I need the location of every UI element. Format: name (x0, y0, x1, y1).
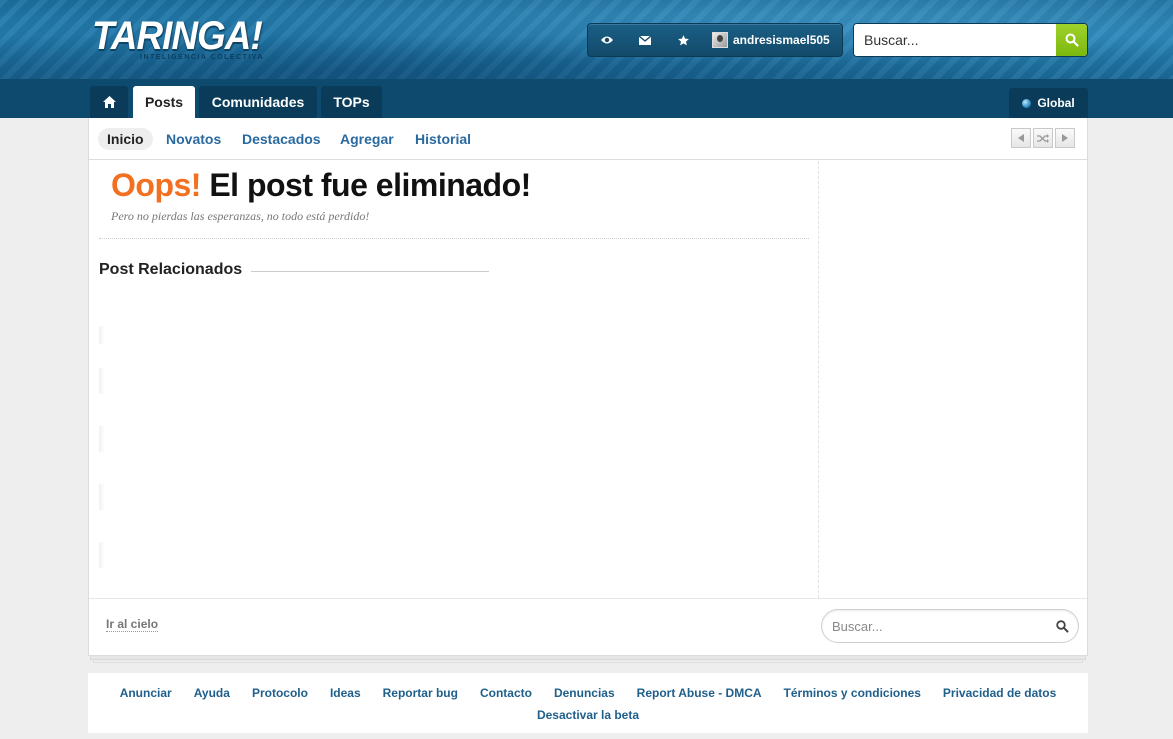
list-item-placeholder (99, 542, 105, 568)
page-title: Oops! El post fue eliminado! (111, 167, 531, 204)
bottom-search-button[interactable] (1046, 619, 1078, 633)
footer-link-reportar-bug[interactable]: Reportar bug (383, 686, 458, 700)
logo-tagline: INTELIGENCIA COLECTIVA (140, 54, 264, 61)
footer-link-report-abuse[interactable]: Report Abuse - DMCA (637, 686, 762, 700)
tab-tops[interactable]: TOPs (321, 86, 382, 118)
shuffle-button[interactable] (1033, 128, 1053, 148)
list-item-placeholder (99, 368, 105, 394)
related-heading: Post Relacionados (99, 261, 243, 278)
page-subtitle: Pero no pierdas las esperanzas, no todo … (111, 209, 370, 223)
oops-word: Oops! (111, 167, 201, 203)
star-icon (677, 34, 689, 45)
footer-link-ayuda[interactable]: Ayuda (194, 686, 230, 700)
deleted-message: El post fue eliminado! (209, 167, 531, 203)
messages-button[interactable] (626, 24, 664, 56)
tab-comunidades[interactable]: Comunidades (199, 86, 317, 118)
divider (99, 238, 809, 239)
bottom-search-input[interactable] (822, 618, 1046, 634)
global-selector[interactable]: Global (1009, 88, 1088, 118)
next-button[interactable] (1055, 128, 1075, 148)
subnav-novatos[interactable]: Novatos (166, 128, 221, 150)
bottom-search-box (821, 609, 1079, 643)
search-icon (1065, 33, 1079, 47)
top-search-box (853, 23, 1088, 57)
related-heading-rule (251, 271, 489, 272)
prev-button[interactable] (1011, 128, 1031, 148)
globe-icon (1022, 98, 1032, 108)
posts-subnav: Inicio Novatos Destacados Agregar Histor… (89, 118, 1087, 160)
subnav-agregar[interactable]: Agregar (340, 128, 394, 150)
footer-link-ideas[interactable]: Ideas (330, 686, 361, 700)
subnav-inicio[interactable]: Inicio (98, 128, 153, 150)
footer: Anunciar Ayuda Protocolo Ideas Reportar … (88, 673, 1088, 733)
post-content: Oops! El post fue eliminado! Pero no pie… (89, 161, 819, 598)
user-toolbar: andresismael505 (587, 23, 843, 57)
footer-link-desactivar-beta[interactable]: Desactivar la beta (537, 708, 639, 722)
footer-links: Anunciar Ayuda Protocolo Ideas Reportar … (88, 686, 1088, 722)
triangle-left-icon (1018, 134, 1024, 142)
footer-link-contacto[interactable]: Contacto (480, 686, 532, 700)
list-item-placeholder (99, 484, 105, 510)
mail-icon (639, 35, 651, 45)
footer-link-anunciar[interactable]: Anunciar (120, 686, 172, 700)
user-profile-link[interactable]: andresismael505 (702, 24, 830, 56)
search-icon (1055, 619, 1068, 632)
main-nav: Posts Comunidades TOPs Global (0, 79, 1173, 118)
back-to-top-link[interactable]: Ir al cielo (106, 617, 159, 632)
list-item-placeholder (99, 326, 105, 344)
list-item-placeholder (99, 426, 105, 452)
triangle-right-icon (1062, 134, 1068, 142)
top-search-button[interactable] (1056, 24, 1087, 56)
footer-link-denuncias[interactable]: Denuncias (554, 686, 615, 700)
subnav-destacados[interactable]: Destacados (242, 128, 321, 150)
footer-link-privacidad[interactable]: Privacidad de datos (943, 686, 1056, 700)
favorites-button[interactable] (664, 24, 702, 56)
shuffle-icon (1037, 133, 1049, 143)
username: andresismael505 (733, 33, 830, 47)
footer-link-protocolo[interactable]: Protocolo (252, 686, 308, 700)
tab-posts[interactable]: Posts (133, 86, 195, 118)
global-label: Global (1037, 96, 1075, 110)
panel-shadow (93, 660, 1083, 663)
monitor-button[interactable] (588, 24, 626, 56)
subnav-historial[interactable]: Historial (415, 128, 471, 150)
avatar (712, 32, 728, 48)
bottom-strip: Ir al cielo (89, 598, 1087, 654)
main-panel: Inicio Novatos Destacados Agregar Histor… (88, 118, 1088, 656)
taringa-logo[interactable]: TARINGA! INTELIGENCIA COLECTIVA (92, 14, 277, 61)
tab-home[interactable] (90, 86, 128, 118)
home-icon (102, 96, 116, 108)
top-search-input[interactable] (854, 24, 1056, 56)
logo-text: TARINGA! (92, 14, 263, 58)
pager-controls (1011, 128, 1075, 148)
footer-link-terminos[interactable]: Términos y condiciones (784, 686, 921, 700)
top-banner: TARINGA! INTELIGENCIA COLECTIVA andresis… (0, 0, 1173, 79)
eye-icon (601, 36, 613, 44)
